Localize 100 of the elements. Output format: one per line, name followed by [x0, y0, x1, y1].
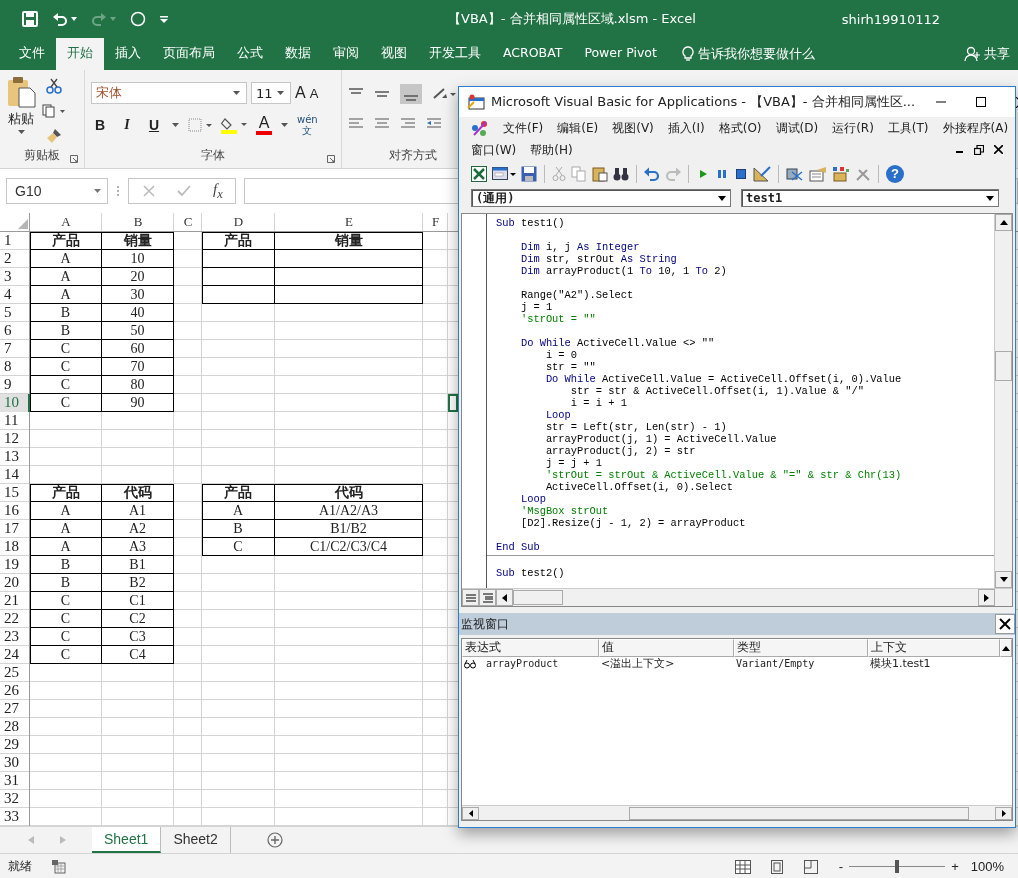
row-header[interactable]: 9 — [0, 376, 30, 394]
column-header[interactable]: A — [30, 213, 102, 231]
font-size-field[interactable]: 11 — [251, 82, 291, 104]
close-button[interactable] — [995, 614, 1015, 634]
object-browser-icon[interactable] — [832, 166, 850, 182]
row-header[interactable]: 23 — [0, 628, 30, 646]
row-header[interactable]: 30 — [0, 754, 30, 772]
grow-font-button[interactable]: A — [295, 84, 306, 102]
code-window[interactable] — [461, 213, 1013, 607]
module-view-button[interactable] — [479, 589, 496, 606]
column-header[interactable]: F — [423, 213, 448, 231]
user-name[interactable]: shirh19910112 — [841, 11, 940, 27]
userform-icon[interactable] — [492, 166, 516, 182]
menu-item[interactable]: 调试(D) — [775, 119, 819, 137]
paste-icon[interactable] — [592, 166, 608, 182]
caret-icon[interactable] — [17, 130, 25, 134]
row-header[interactable]: 21 — [0, 592, 30, 610]
column-header[interactable]: E — [275, 213, 423, 231]
row-header[interactable]: 17 — [0, 520, 30, 538]
font-name-field[interactable]: 宋体 — [91, 82, 247, 104]
column-header[interactable]: 表达式 — [462, 639, 599, 657]
menu-item[interactable]: 插入(I) — [667, 119, 705, 137]
scrollbar-thumb[interactable] — [995, 351, 1012, 381]
row-header[interactable]: 18 — [0, 538, 30, 556]
row-header[interactable]: 3 — [0, 268, 30, 286]
add-sheet-icon[interactable] — [266, 832, 283, 848]
slider-thumb[interactable] — [895, 860, 900, 873]
page-layout-icon[interactable] — [768, 859, 785, 874]
zoom-level[interactable]: 100% — [970, 859, 1004, 874]
help-button[interactable]: ? — [886, 165, 904, 183]
row-header[interactable]: 8 — [0, 358, 30, 376]
share-button[interactable]: 共享 — [984, 45, 1010, 63]
ribbon-tab[interactable]: 开发工具 — [418, 38, 492, 70]
scrollbar-thumb[interactable] — [513, 590, 563, 605]
object-dropdown[interactable]: (通用) — [471, 189, 731, 207]
scroll-up-button[interactable] — [995, 214, 1012, 231]
insert-function-button[interactable]: f$_{x}$ — [213, 180, 223, 202]
menu-item[interactable]: 编辑(E) — [557, 119, 599, 137]
zoom-out-button[interactable]: - — [838, 859, 844, 874]
shrink-font-button[interactable]: A — [309, 85, 319, 101]
vba-icon[interactable] — [467, 94, 485, 110]
bold-button[interactable]: B — [91, 117, 109, 133]
caret-icon[interactable] — [277, 91, 284, 95]
caret-icon[interactable] — [718, 195, 726, 201]
procedure-dropdown[interactable]: test1 — [741, 189, 999, 207]
column-header[interactable]: 上下文 — [868, 639, 1000, 657]
normal-view-icon[interactable] — [734, 859, 751, 874]
orientation-icon[interactable] — [432, 86, 456, 102]
italic-button[interactable]: I — [118, 117, 136, 133]
ribbon-tab[interactable]: 页面布局 — [152, 38, 226, 70]
customize-icon[interactable] — [160, 15, 168, 23]
ribbon-tab[interactable]: 公式 — [226, 38, 274, 70]
row-header[interactable]: 31 — [0, 772, 30, 790]
row-header[interactable]: 2 — [0, 250, 30, 268]
row-header[interactable]: 20 — [0, 574, 30, 592]
ribbon-tab[interactable]: 开始 — [56, 38, 104, 70]
row-header[interactable]: 28 — [0, 718, 30, 736]
launcher-icon[interactable] — [327, 155, 335, 163]
menu-item[interactable]: 文件(F) — [503, 119, 544, 137]
row-header[interactable]: 1 — [0, 232, 30, 250]
menu-item[interactable]: 视图(V) — [612, 119, 654, 137]
properties-icon[interactable] — [809, 166, 827, 182]
row-header[interactable]: 26 — [0, 682, 30, 700]
row-header[interactable]: 15 — [0, 484, 30, 502]
binoculars-icon[interactable] — [613, 166, 629, 182]
launcher-icon[interactable] — [70, 155, 78, 163]
menu-item[interactable]: 外接程序(A) — [942, 119, 1009, 137]
menu-item[interactable]: 窗口(W) — [471, 141, 517, 159]
project-icon[interactable] — [786, 166, 804, 182]
close-icon[interactable] — [994, 145, 1003, 154]
row-header[interactable]: 11 — [0, 412, 30, 430]
caret-icon[interactable] — [986, 195, 994, 201]
row-header[interactable]: 33 — [0, 808, 30, 826]
row-header[interactable]: 13 — [0, 448, 30, 466]
menu-item[interactable]: 帮助(H) — [530, 141, 573, 159]
row-header[interactable]: 27 — [0, 700, 30, 718]
zoom-in-button[interactable]: + — [951, 859, 959, 874]
design-mode-icon[interactable] — [753, 166, 771, 182]
caret-icon[interactable] — [172, 123, 179, 127]
ribbon-tab[interactable]: 文件 — [8, 38, 56, 70]
maximize-icon[interactable] — [976, 96, 987, 107]
column-header[interactable]: B — [102, 213, 174, 231]
column-header[interactable]: 值 — [599, 639, 734, 657]
copy-icon[interactable] — [42, 104, 66, 118]
lightbulb-icon[interactable] — [681, 46, 694, 62]
clipboard-icon[interactable] — [6, 76, 36, 108]
decrease-indent-icon[interactable] — [426, 118, 442, 130]
scroll-left-button[interactable] — [496, 589, 513, 606]
macro-record-icon[interactable] — [52, 859, 66, 874]
save-icon[interactable] — [22, 11, 38, 27]
cut-icon[interactable] — [46, 78, 62, 94]
row-header[interactable]: 29 — [0, 736, 30, 754]
menu-item[interactable]: 工具(T) — [887, 119, 929, 137]
ribbon-tab[interactable]: Power Pivot — [573, 38, 668, 70]
menu-item[interactable]: 运行(R) — [832, 119, 874, 137]
scroll-right-button[interactable] — [995, 806, 1012, 820]
row-header[interactable]: 22 — [0, 610, 30, 628]
menu-item[interactable]: 格式(O) — [718, 119, 762, 137]
tell-me-field[interactable]: 告诉我你想要做什么 — [697, 45, 815, 63]
circle-icon[interactable] — [130, 11, 146, 27]
